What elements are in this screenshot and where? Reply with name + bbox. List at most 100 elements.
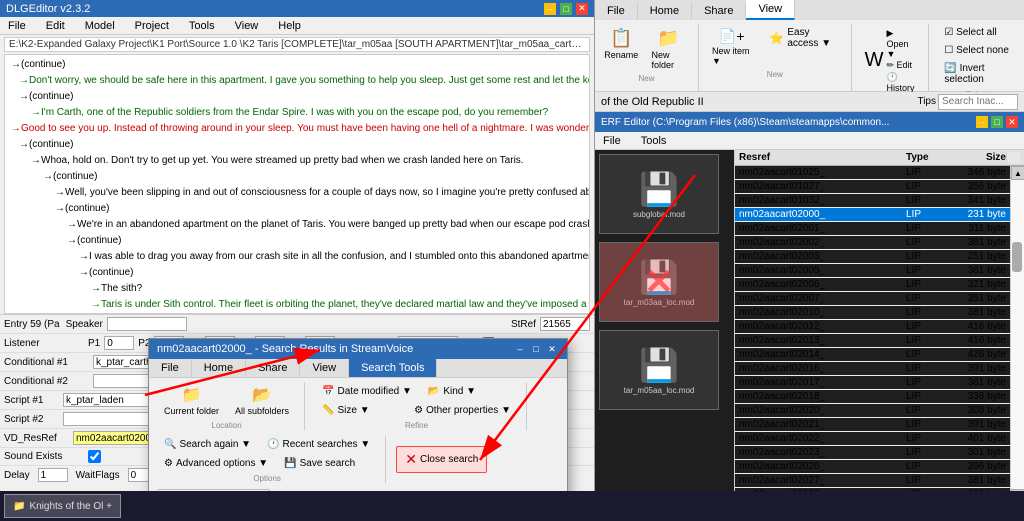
tab-search-tools[interactable]: Search Tools	[349, 359, 437, 377]
strref-field[interactable]	[540, 317, 590, 331]
erf-row[interactable]: nm02aacart02013_ LIP 416 byte	[735, 334, 1010, 348]
invert-selection-btn[interactable]: 🔄 Invert selection	[935, 60, 1018, 88]
maximize-btn[interactable]: □	[560, 3, 572, 15]
erf-row[interactable]: nm02aacart01025_ LIP 346 byte	[735, 166, 1010, 180]
erf-row[interactable]: nm02aacart02001_ LIP 311 byte	[735, 222, 1010, 236]
close-btn[interactable]: ✕	[576, 3, 588, 15]
search-close-btn[interactable]: ✕	[545, 342, 559, 356]
tab-view-search[interactable]: View	[300, 359, 349, 377]
erf-search-box[interactable]	[938, 94, 1018, 110]
erf-row[interactable]: nm02aacart02012_ LIP 416 byte	[735, 320, 1010, 334]
tab-home-search[interactable]: Home	[192, 359, 246, 377]
all-subfolders-btn[interactable]: 📂 All subfolders	[228, 382, 296, 419]
search-again-btn[interactable]: 🔍 Search again ▼	[157, 436, 258, 453]
erf-maximize-btn[interactable]: □	[991, 116, 1003, 128]
speaker-field[interactable]	[107, 317, 187, 331]
erf-row[interactable]: nm02aacart02022_ LIP 401 byte	[735, 432, 1010, 446]
menu-file[interactable]: File	[4, 19, 30, 33]
select-none-btn[interactable]: ☐ Select none	[935, 42, 1018, 59]
select-all-btn[interactable]: ☑ Select all	[935, 24, 1018, 41]
erf-row[interactable]: nm02aacart02010_ LIP 381 byte	[735, 306, 1010, 320]
erf-row[interactable]: nm02aacart02000_ LIP 231 byte	[735, 208, 1010, 222]
menu-project[interactable]: Project	[131, 19, 173, 33]
delay-field[interactable]	[38, 468, 68, 482]
save-search-btn[interactable]: 💾 Save search	[277, 455, 367, 472]
tab-share-search[interactable]: Share	[246, 359, 300, 377]
scroll-thumb[interactable]	[1012, 242, 1022, 272]
tree-item[interactable]: →I was able to drag you away from our cr…	[7, 249, 587, 265]
other-props-btn[interactable]: ⚙ Other properties ▼	[407, 402, 518, 419]
new-item-btn[interactable]: 📄+ New item ▼	[705, 24, 758, 70]
new-folder-btn[interactable]: 📁 New folder	[645, 24, 693, 74]
erf-row[interactable]: nm02aacart02002_ LIP 381 byte	[735, 236, 1010, 250]
tree-item[interactable]: →The sith?	[7, 281, 587, 297]
tab-view[interactable]: View	[746, 0, 795, 20]
erf-thumb-3[interactable]: 💾 tar_m05aa_loc.mod	[599, 330, 719, 410]
taskbar-knights-btn[interactable]: 📁 Knights of the Ol +	[4, 494, 121, 518]
menu-edit[interactable]: Edit	[42, 19, 69, 33]
erf-row[interactable]: nm02aacart02003_ LIP 251 byte	[735, 250, 1010, 264]
menu-view[interactable]: View	[231, 19, 263, 33]
erf-scrollbar[interactable]: ▲ ▼	[1010, 166, 1024, 503]
erf-row[interactable]: nm02aacart02020_ LIP 308 byte	[735, 404, 1010, 418]
erf-row[interactable]: nm02aacart02007_ LIP 351 byte	[735, 292, 1010, 306]
menu-tools[interactable]: Tools	[185, 19, 219, 33]
rename-btn[interactable]: 📋 Rename	[601, 24, 642, 74]
erf-row[interactable]: nm02aacart02005_ LIP 381 byte	[735, 264, 1010, 278]
erf-row[interactable]: nm02aacart02023_ LIP 301 byte	[735, 446, 1010, 460]
erf-menu-file[interactable]: File	[599, 134, 625, 148]
erf-row[interactable]: nm02aacart02006_ LIP 321 byte	[735, 278, 1010, 292]
tab-home[interactable]: Home	[638, 2, 692, 20]
date-modified-btn[interactable]: 📅 Date modified ▼	[315, 383, 419, 400]
search-min-btn[interactable]: –	[513, 342, 527, 356]
erf-row[interactable]: nm02aacart02026_ LIP 396 byte	[735, 460, 1010, 474]
erf-row[interactable]: nm02aacart01032_ LIP 341 byte	[735, 194, 1010, 208]
advanced-options-btn[interactable]: ⚙ Advanced options ▼	[157, 455, 275, 472]
tree-item[interactable]: →(continue)	[7, 265, 587, 281]
kind-btn[interactable]: 📂 Kind ▼	[421, 383, 511, 400]
properties-btn[interactable]: W ▶ Open ▼ ✏ Edit 🕐 History	[858, 24, 923, 97]
tree-item[interactable]: →(continue)	[7, 137, 587, 153]
erf-thumb-1[interactable]: 💾 subglobal.mod	[599, 154, 719, 234]
tab-file[interactable]: File	[595, 2, 638, 20]
close-search-btn[interactable]: ✕ Close search	[396, 446, 487, 473]
edit-label[interactable]: ✏ Edit	[886, 60, 915, 71]
size-btn[interactable]: 📏 Size ▼	[315, 402, 405, 419]
erf-row[interactable]: nm02aacart02016_ LIP 391 byte	[735, 362, 1010, 376]
erf-row[interactable]: nm02aacart02018_ LIP 336 byte	[735, 390, 1010, 404]
tree-item[interactable]: →Taris is under Sith control. Their flee…	[7, 297, 587, 313]
tab-share[interactable]: Share	[692, 2, 746, 20]
tab-file-search[interactable]: File	[149, 359, 192, 377]
search-max-btn[interactable]: □	[529, 342, 543, 356]
tree-item[interactable]: →Well, you've been slipping in and out o…	[7, 185, 587, 201]
menu-model[interactable]: Model	[81, 19, 119, 33]
tree-item[interactable]: →Don't worry, we should be safe here in …	[7, 73, 587, 89]
menu-help[interactable]: Help	[274, 19, 305, 33]
tree-item[interactable]: →Whoa, hold on. Don't try to get up yet.…	[7, 153, 587, 169]
tree-item[interactable]: →(continue)	[7, 233, 587, 249]
erf-row[interactable]: nm02aacart02017_ LIP 381 byte	[735, 376, 1010, 390]
tree-item[interactable]: →(continue)	[7, 89, 587, 105]
tree-item[interactable]: →(continue)	[7, 201, 587, 217]
erf-thumb-2[interactable]: ✕ 💾 tar_m03aa_loc.mod	[599, 242, 719, 322]
sound-exists-checkbox[interactable]	[88, 450, 101, 463]
erf-close-btn[interactable]: ✕	[1006, 116, 1018, 128]
recent-searches-btn[interactable]: 🕐 Recent searches ▼	[260, 436, 377, 453]
open-label[interactable]: ▶ Open ▼	[886, 28, 915, 59]
tree-item[interactable]: →Good to see you up. Instead of throwing…	[7, 121, 587, 137]
history-label[interactable]: 🕐 History	[886, 72, 915, 93]
erf-minimize-btn[interactable]: –	[976, 116, 988, 128]
erf-menu-tools[interactable]: Tools	[637, 134, 671, 148]
erf-row[interactable]: nm02aacart02021_ LIP 391 byte	[735, 418, 1010, 432]
tree-item[interactable]: →We're in an abandoned apartment on the …	[7, 217, 587, 233]
erf-row[interactable]: nm02aacart01027_ LIP 356 byte	[735, 180, 1010, 194]
tree-item[interactable]: →(continue)	[7, 57, 587, 73]
tree-item[interactable]: →(continue)	[7, 169, 587, 185]
erf-row[interactable]: nm02aacart02014_ LIP 426 byte	[735, 348, 1010, 362]
scroll-up-btn[interactable]: ▲	[1011, 166, 1024, 180]
tree-item[interactable]: →I'm Carth, one of the Republic soldiers…	[7, 105, 587, 121]
p1-field[interactable]	[104, 336, 134, 350]
minimize-btn[interactable]: –	[544, 3, 556, 15]
erf-row[interactable]: nm02aacart02027_ LIP 381 byte	[735, 474, 1010, 488]
easy-access-btn[interactable]: ⭐ Easy access ▼	[760, 24, 844, 52]
